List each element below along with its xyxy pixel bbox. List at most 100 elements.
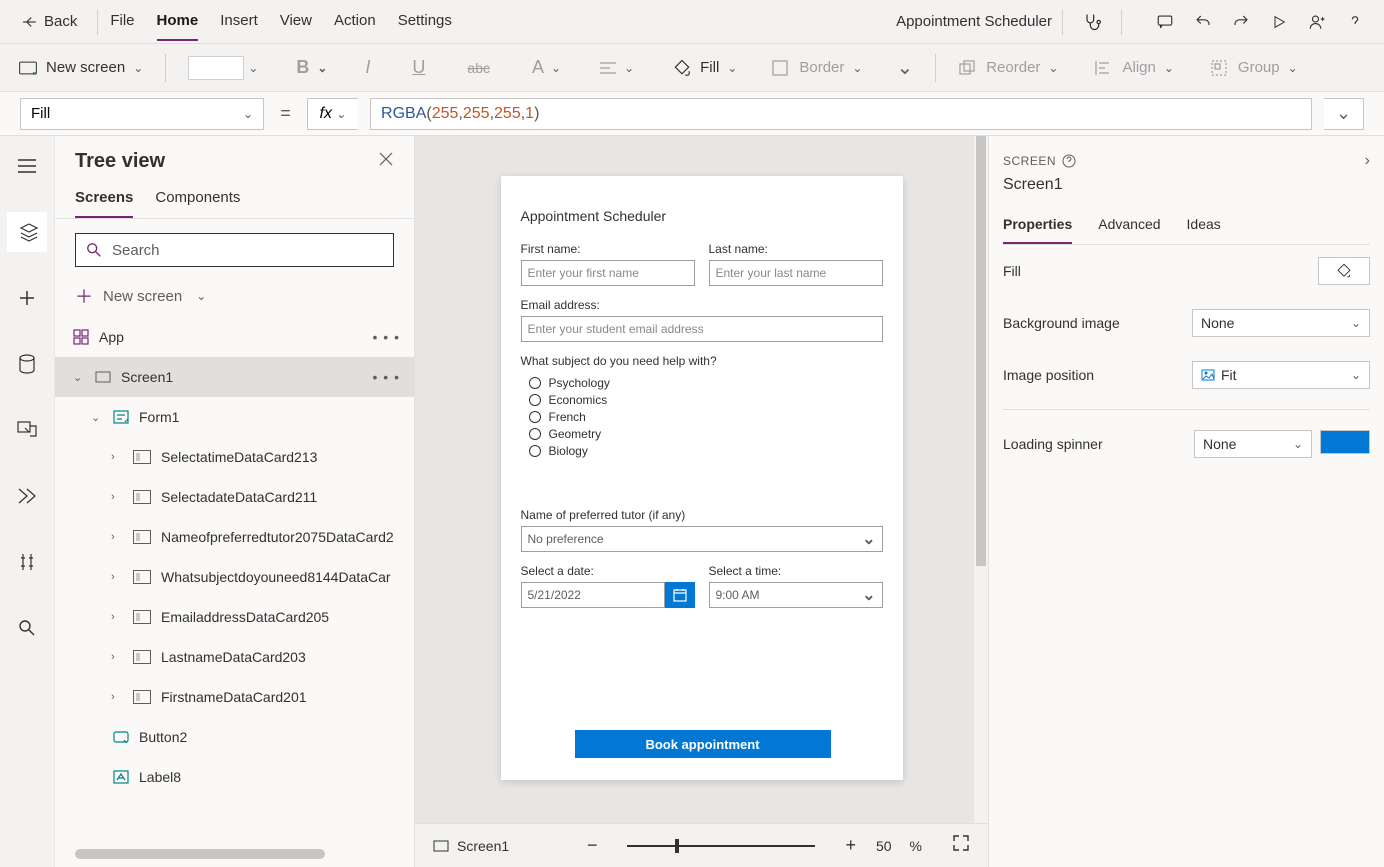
- tree-item-datacard[interactable]: ›Nameofpreferredtutor2075DataCard2: [55, 517, 414, 557]
- share-button[interactable]: [1298, 4, 1336, 40]
- align-button[interactable]: Align ⌄: [1094, 59, 1173, 77]
- props-expand-button[interactable]: ›: [1365, 152, 1370, 170]
- tab-view[interactable]: View: [280, 2, 312, 41]
- font-color-button[interactable]: A⌄: [532, 57, 561, 78]
- canvas-stage[interactable]: Appointment Scheduler First name: Enter …: [415, 136, 988, 823]
- theme-swatch[interactable]: ⌄: [188, 56, 258, 80]
- power-automate-button[interactable]: [7, 476, 47, 516]
- data-button[interactable]: [7, 344, 47, 384]
- zoom-slider-thumb[interactable]: [675, 839, 679, 853]
- media-button[interactable]: [7, 410, 47, 450]
- help-button[interactable]: [1336, 4, 1374, 40]
- hamburger-button[interactable]: [7, 146, 47, 186]
- imgpos-select[interactable]: Fit⌄: [1192, 361, 1370, 389]
- expand-ribbon-button[interactable]: ⌄: [896, 55, 913, 80]
- more-button[interactable]: • • •: [373, 369, 400, 385]
- back-button[interactable]: Back: [10, 7, 87, 37]
- tree-item-datacard[interactable]: ›Whatsubjectdoyouneed8144DataCar: [55, 557, 414, 597]
- chevron-right-icon[interactable]: ›: [111, 571, 123, 583]
- chevron-right-icon[interactable]: ›: [111, 691, 123, 703]
- tree-scrollbar[interactable]: [75, 849, 325, 859]
- expand-formula-button[interactable]: ⌄: [1324, 98, 1364, 130]
- close-tree-button[interactable]: [378, 151, 394, 172]
- underline-button[interactable]: U: [412, 57, 425, 78]
- align-text-button[interactable]: ⌄: [599, 61, 634, 75]
- tree-item-app[interactable]: App • • •: [55, 317, 414, 357]
- book-appointment-button[interactable]: Book appointment: [575, 730, 831, 758]
- fill-color-button[interactable]: [1318, 257, 1370, 285]
- props-tab-ideas[interactable]: Ideas: [1187, 208, 1221, 244]
- chevron-right-icon[interactable]: ›: [111, 491, 123, 503]
- bgimage-select[interactable]: None⌄: [1192, 309, 1370, 337]
- property-selector[interactable]: Fill ⌄: [20, 98, 264, 130]
- subject-radio[interactable]: Psychology: [529, 376, 883, 390]
- subject-radio[interactable]: Biology: [529, 444, 883, 458]
- reorder-button[interactable]: Reorder ⌄: [958, 59, 1058, 77]
- tree-item-form1[interactable]: ⌄ Form1: [55, 397, 414, 437]
- tree-new-screen-button[interactable]: ＋ New screen ⌄: [55, 275, 414, 317]
- chevron-right-icon[interactable]: ›: [111, 611, 123, 623]
- zoom-out-button[interactable]: −: [581, 835, 604, 856]
- tutor-select[interactable]: No preference⌄: [521, 526, 883, 552]
- tree-search-input[interactable]: Search: [75, 233, 394, 267]
- tab-insert[interactable]: Insert: [220, 2, 258, 41]
- email-input[interactable]: Enter your student email address: [521, 316, 883, 342]
- fit-to-window-button[interactable]: [952, 834, 970, 857]
- group-button[interactable]: Group ⌄: [1210, 59, 1298, 77]
- fx-button[interactable]: fx ⌄: [307, 98, 359, 130]
- bold-button[interactable]: B⌄: [296, 57, 327, 78]
- strikethrough-button[interactable]: abc: [467, 60, 490, 76]
- chevron-right-icon[interactable]: ›: [111, 651, 123, 663]
- zoom-in-button[interactable]: +: [839, 835, 862, 856]
- first-name-input[interactable]: Enter your first name: [521, 260, 695, 286]
- status-screen-selector[interactable]: Screen1: [433, 838, 509, 854]
- italic-button[interactable]: I: [365, 57, 370, 78]
- subject-radio[interactable]: French: [529, 410, 883, 424]
- tree-item-datacard[interactable]: ›EmailaddressDataCard205: [55, 597, 414, 637]
- app-checker-button[interactable]: [1073, 4, 1111, 40]
- time-select[interactable]: 9:00 AM⌄: [709, 582, 883, 608]
- fill-button[interactable]: Fill ⌄: [672, 58, 737, 78]
- spinner-select[interactable]: None⌄: [1194, 430, 1312, 458]
- undo-button[interactable]: [1184, 4, 1222, 40]
- play-button[interactable]: [1260, 4, 1298, 40]
- tab-file[interactable]: File: [110, 2, 134, 41]
- canvas-scrollbar-thumb[interactable]: [976, 136, 986, 566]
- comments-button[interactable]: [1146, 4, 1184, 40]
- canvas-scrollbar-track[interactable]: [974, 136, 988, 823]
- tree-item-datacard[interactable]: ›LastnameDataCard203: [55, 637, 414, 677]
- tree-view-button[interactable]: [7, 212, 47, 252]
- tree-item-datacard[interactable]: ›SelectatimeDataCard213: [55, 437, 414, 477]
- chevron-down-icon[interactable]: ⌄: [73, 371, 85, 384]
- app-canvas-preview[interactable]: Appointment Scheduler First name: Enter …: [501, 176, 903, 780]
- tab-action[interactable]: Action: [334, 2, 376, 41]
- zoom-slider[interactable]: [627, 845, 815, 847]
- chevron-right-icon[interactable]: ›: [111, 451, 123, 463]
- new-screen-button[interactable]: New screen ⌄: [18, 59, 143, 76]
- tree-tab-screens[interactable]: Screens: [75, 181, 133, 218]
- search-button[interactable]: [7, 608, 47, 648]
- tab-settings[interactable]: Settings: [398, 2, 452, 41]
- props-tab-advanced[interactable]: Advanced: [1098, 208, 1160, 244]
- help-icon[interactable]: [1062, 154, 1076, 168]
- spinner-color-swatch[interactable]: [1320, 430, 1370, 454]
- tree-item-screen1[interactable]: ⌄ Screen1 • • •: [55, 357, 414, 397]
- tab-home[interactable]: Home: [157, 2, 199, 41]
- chevron-down-icon[interactable]: ⌄: [91, 411, 103, 424]
- formula-input[interactable]: RGBA(255, 255, 255, 1): [370, 98, 1312, 130]
- more-button[interactable]: • • •: [373, 329, 400, 345]
- advanced-tools-button[interactable]: [7, 542, 47, 582]
- subject-radio[interactable]: Geometry: [529, 427, 883, 441]
- tree-item-button2[interactable]: Button2: [55, 717, 414, 757]
- subject-radio[interactable]: Economics: [529, 393, 883, 407]
- props-tab-properties[interactable]: Properties: [1003, 208, 1072, 244]
- tree-item-datacard[interactable]: ›SelectadateDataCard211: [55, 477, 414, 517]
- chevron-right-icon[interactable]: ›: [111, 531, 123, 543]
- redo-button[interactable]: [1222, 4, 1260, 40]
- last-name-input[interactable]: Enter your last name: [709, 260, 883, 286]
- tree-item-label8[interactable]: Label8: [55, 757, 414, 797]
- calendar-button[interactable]: [665, 582, 695, 608]
- tree-item-datacard[interactable]: ›FirstnameDataCard201: [55, 677, 414, 717]
- border-button[interactable]: Border ⌄: [771, 59, 862, 77]
- tree-tab-components[interactable]: Components: [155, 181, 240, 218]
